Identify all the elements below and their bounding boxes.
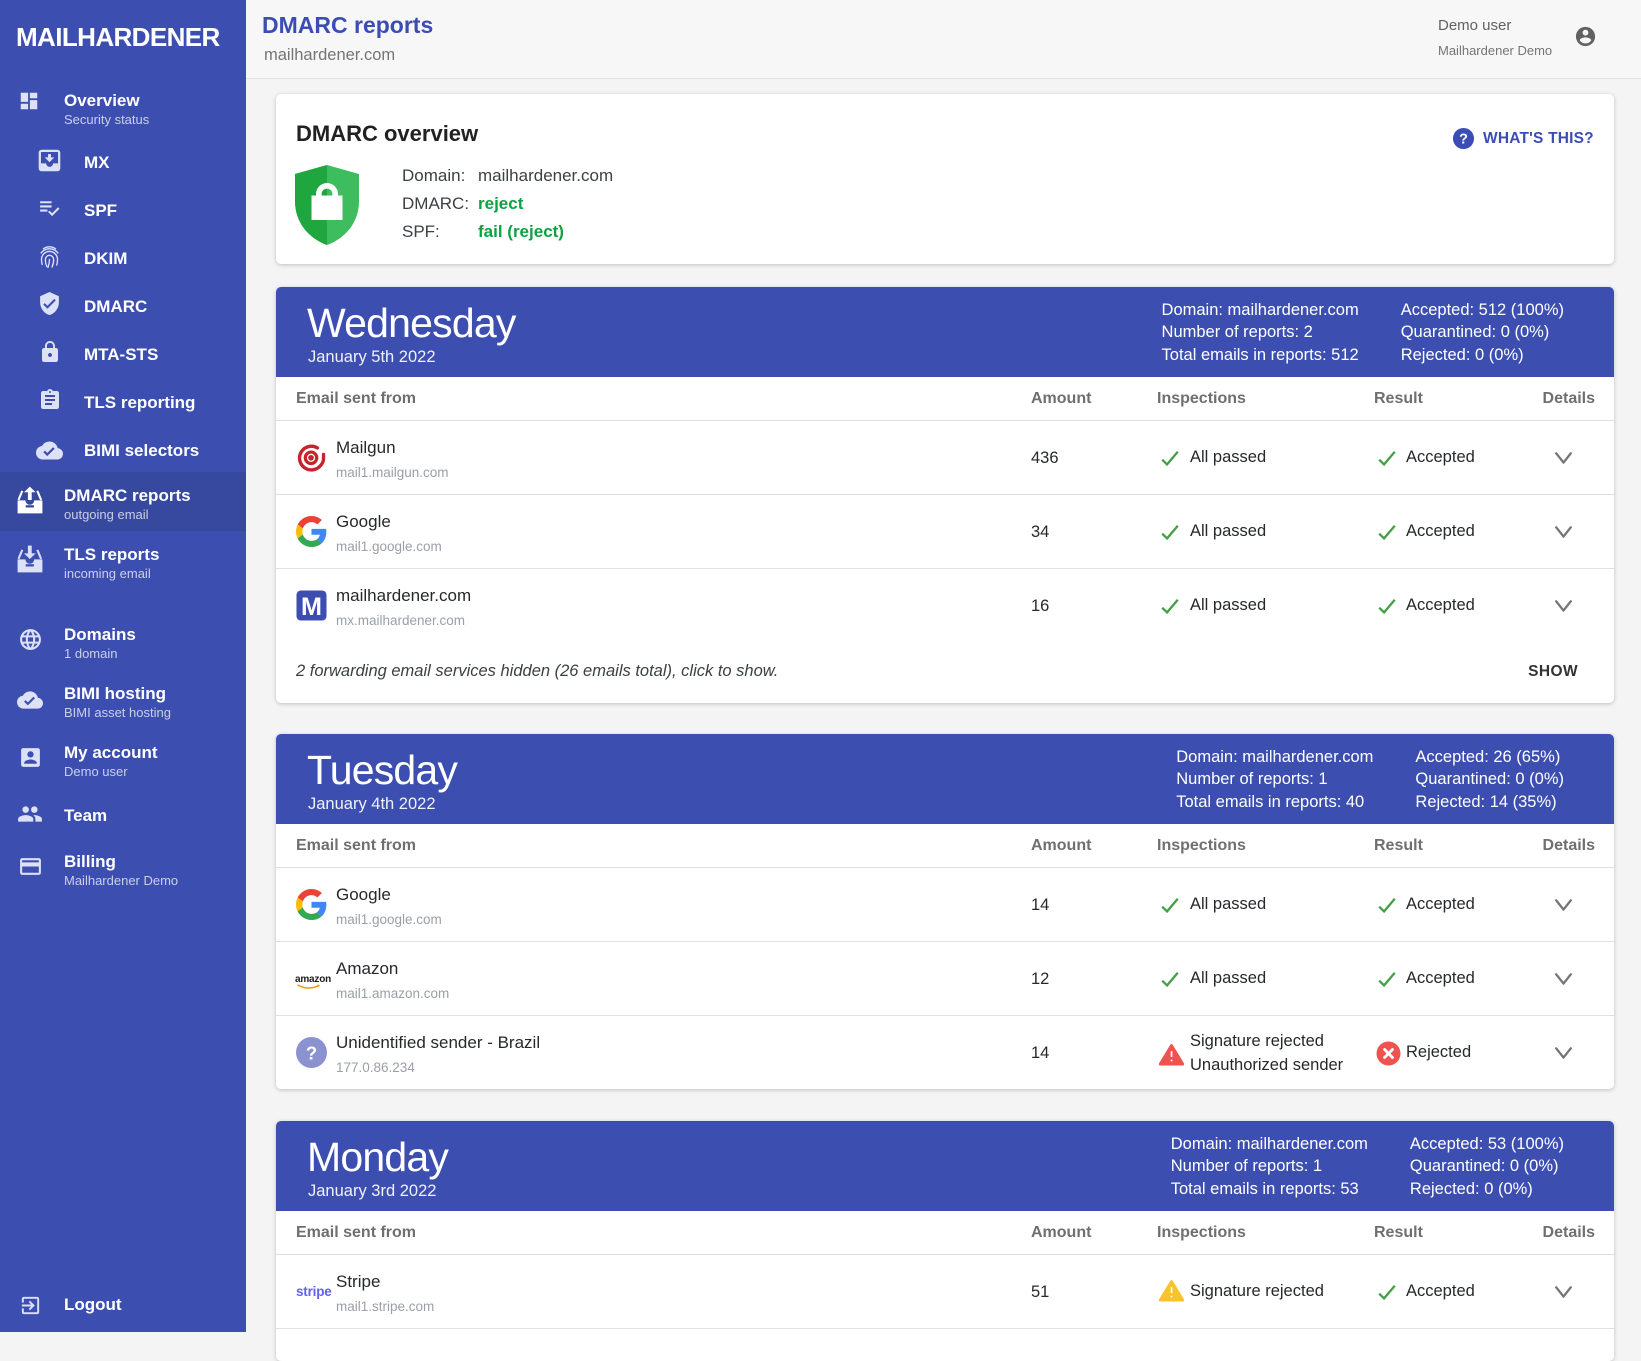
svg-text:?: ? — [306, 1042, 317, 1063]
svg-text:?: ? — [1459, 131, 1468, 147]
svg-text:M: M — [301, 593, 322, 621]
